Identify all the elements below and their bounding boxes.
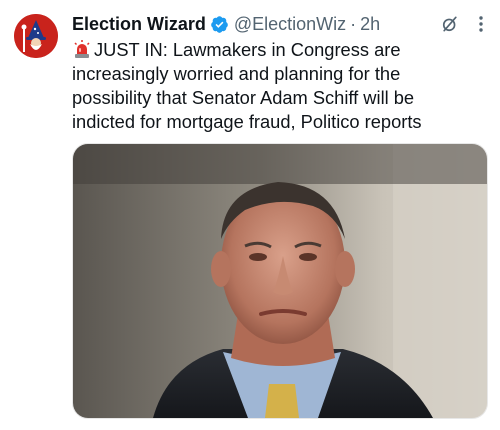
more-options-icon[interactable]	[478, 15, 484, 33]
author-handle[interactable]: @ElectionWiz	[234, 14, 346, 35]
tweet-media-photo[interactable]	[72, 143, 488, 419]
verified-badge-icon	[211, 15, 228, 33]
author-name[interactable]: Election Wizard	[72, 14, 206, 35]
tweet-actions	[440, 14, 484, 34]
tweet-timestamp[interactable]: 2h	[360, 14, 380, 35]
tweet-text-line-2: increasingly worried and planning for th…	[72, 63, 401, 84]
portrait-photo	[73, 144, 487, 418]
rotating-light-icon	[74, 40, 90, 58]
tweet-text-line-1: JUST IN: Lawmakers in Congress are	[72, 38, 492, 62]
tweet-text-line-3: possibility that Senator Adam Schiff wil…	[72, 87, 415, 108]
tweet-header: Election Wizard @ElectionWiz · 2h	[72, 12, 480, 36]
header-separator: ·	[350, 13, 357, 34]
tweet-text-line-4: indicted for mortgage fraud, Politico re…	[72, 111, 422, 132]
author-avatar[interactable]	[14, 14, 58, 58]
tweet-text-line-1-content: JUST IN: Lawmakers in Congress are	[94, 39, 401, 60]
wizard-avatar-icon	[14, 14, 58, 58]
tweet-card[interactable]: Election Wizard @ElectionWiz · 2h JUST I…	[0, 0, 500, 430]
tweet-text: JUST IN: Lawmakers in Congress are incre…	[72, 38, 492, 134]
grok-icon[interactable]	[440, 14, 460, 34]
